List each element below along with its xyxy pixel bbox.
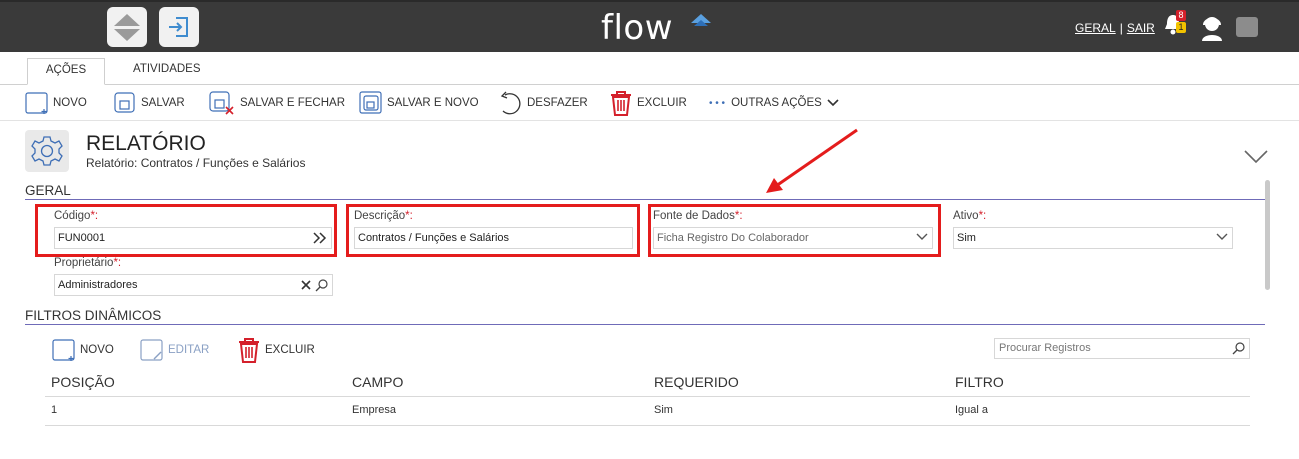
undo-icon <box>500 91 521 115</box>
trash-icon <box>239 338 259 363</box>
salvar-novo-label: SALVAR E NOVO <box>387 97 479 109</box>
collapse-chevron-icon[interactable] <box>1243 148 1269 166</box>
salvar-fechar-button[interactable]: SALVAR E FECHAR <box>208 89 345 117</box>
save-new-icon <box>359 91 382 114</box>
report-icon-box <box>25 130 69 172</box>
table-row-cell-filtro[interactable]: Igual a <box>955 404 988 416</box>
tab-bar: AÇÕES ATIVIDADES <box>0 52 1299 85</box>
grid-row-divider <box>45 425 1250 426</box>
filtro-excluir-label: EXCLUIR <box>265 344 315 356</box>
salvar-novo-button[interactable]: SALVAR E NOVO <box>359 89 479 117</box>
table-row-cell-campo[interactable]: Empresa <box>352 404 396 416</box>
highlight-fonte-dados <box>648 204 941 257</box>
novo-label: NOVO <box>53 97 87 109</box>
outras-acoes-label: OUTRAS AÇÕES <box>731 97 822 109</box>
notification-count-yellow: 1 <box>1176 22 1186 33</box>
tab-atividades[interactable]: ATIVIDADES <box>123 58 211 85</box>
filtro-excluir-button[interactable]: EXCLUIR <box>237 336 315 364</box>
search-icon[interactable] <box>1232 341 1246 355</box>
section-filtros-divider <box>25 324 1265 325</box>
column-header-posicao[interactable]: POSIÇÃO <box>51 374 115 390</box>
excluir-button[interactable]: EXCLUIR <box>609 89 687 117</box>
notification-count-red: 8 <box>1176 10 1186 21</box>
link-separator: | <box>1119 21 1123 35</box>
desfazer-label: DESFAZER <box>527 97 588 109</box>
highlight-descricao <box>346 204 640 257</box>
salvar-label: SALVAR <box>141 97 185 109</box>
login-icon <box>169 17 188 37</box>
filtro-editar-label: EDITAR <box>168 344 210 356</box>
home-up-button[interactable] <box>107 7 147 47</box>
column-header-requerido[interactable]: REQUERIDO <box>654 374 739 390</box>
desfazer-button[interactable]: DESFAZER <box>497 89 588 117</box>
save-close-icon <box>209 91 234 115</box>
new-doc-icon <box>25 92 48 114</box>
ativo-label: Ativo*: <box>953 210 987 222</box>
filtro-editar-button[interactable]: EDITAR <box>140 336 209 364</box>
save-icon <box>114 92 135 113</box>
scrollbar[interactable] <box>1265 180 1270 290</box>
section-filtros: FILTROS DINÂMICOS <box>25 308 162 323</box>
grid-header-divider <box>45 396 1250 397</box>
new-doc-icon <box>52 339 75 361</box>
section-geral: GERAL <box>25 183 71 198</box>
search-icon[interactable] <box>315 278 329 292</box>
top-bar: flow GERAL | SAIR 8 1 <box>0 0 1299 52</box>
table-row-cell-posicao[interactable]: 1 <box>51 404 57 416</box>
column-header-campo[interactable]: CAMPO <box>352 374 403 390</box>
page-subtitle: Relatório: Contratos / Funções e Salário… <box>86 156 306 170</box>
tab-acoes[interactable]: AÇÕES <box>27 58 105 85</box>
table-row-cell-requerido[interactable]: Sim <box>654 404 673 416</box>
search-records-input[interactable]: Procurar Registros <box>994 338 1250 359</box>
chat-icon[interactable] <box>1236 17 1258 37</box>
salvar-button[interactable]: SALVAR <box>113 89 185 117</box>
filtro-novo-button[interactable]: NOVO <box>52 336 114 364</box>
gear-icon <box>31 136 63 166</box>
support-icon[interactable] <box>1199 14 1225 42</box>
action-toolbar: NOVO SALVAR SALVAR E FECHAR SALVAR E NOV… <box>0 85 1299 121</box>
excluir-label: EXCLUIR <box>637 97 687 109</box>
dots-icon: • • • <box>709 97 726 109</box>
top-links: GERAL | SAIR <box>1075 21 1155 35</box>
highlight-codigo <box>35 204 337 257</box>
clear-icon[interactable] <box>300 278 312 292</box>
proprietario-input[interactable]: Administradores <box>54 274 333 296</box>
proprietario-field: Proprietário*: Administradores <box>54 257 333 296</box>
logo-mark-icon <box>691 14 711 26</box>
edit-icon <box>140 339 163 361</box>
novo-button[interactable]: NOVO <box>25 89 87 117</box>
chevron-down-icon <box>827 99 839 107</box>
outras-acoes-menu[interactable]: • • • OUTRAS AÇÕES <box>709 89 844 117</box>
sair-link[interactable]: SAIR <box>1127 21 1155 35</box>
geral-link[interactable]: GERAL <box>1075 21 1116 35</box>
section-geral-divider <box>25 199 1265 200</box>
column-header-filtro[interactable]: FILTRO <box>955 374 1004 390</box>
page-title: RELATÓRIO <box>86 132 206 155</box>
ativo-select[interactable]: Sim <box>953 227 1233 249</box>
trash-icon <box>611 91 631 116</box>
chevron-down-icon <box>1216 233 1228 240</box>
login-button[interactable] <box>159 7 199 47</box>
ativo-field: Ativo*: Sim <box>953 210 1233 249</box>
flow-logo: flow <box>601 8 674 48</box>
salvar-fechar-label: SALVAR E FECHAR <box>240 97 346 109</box>
proprietario-label: Proprietário*: <box>54 257 122 269</box>
filtro-novo-label: NOVO <box>80 344 114 356</box>
home-up-icon <box>114 14 140 41</box>
